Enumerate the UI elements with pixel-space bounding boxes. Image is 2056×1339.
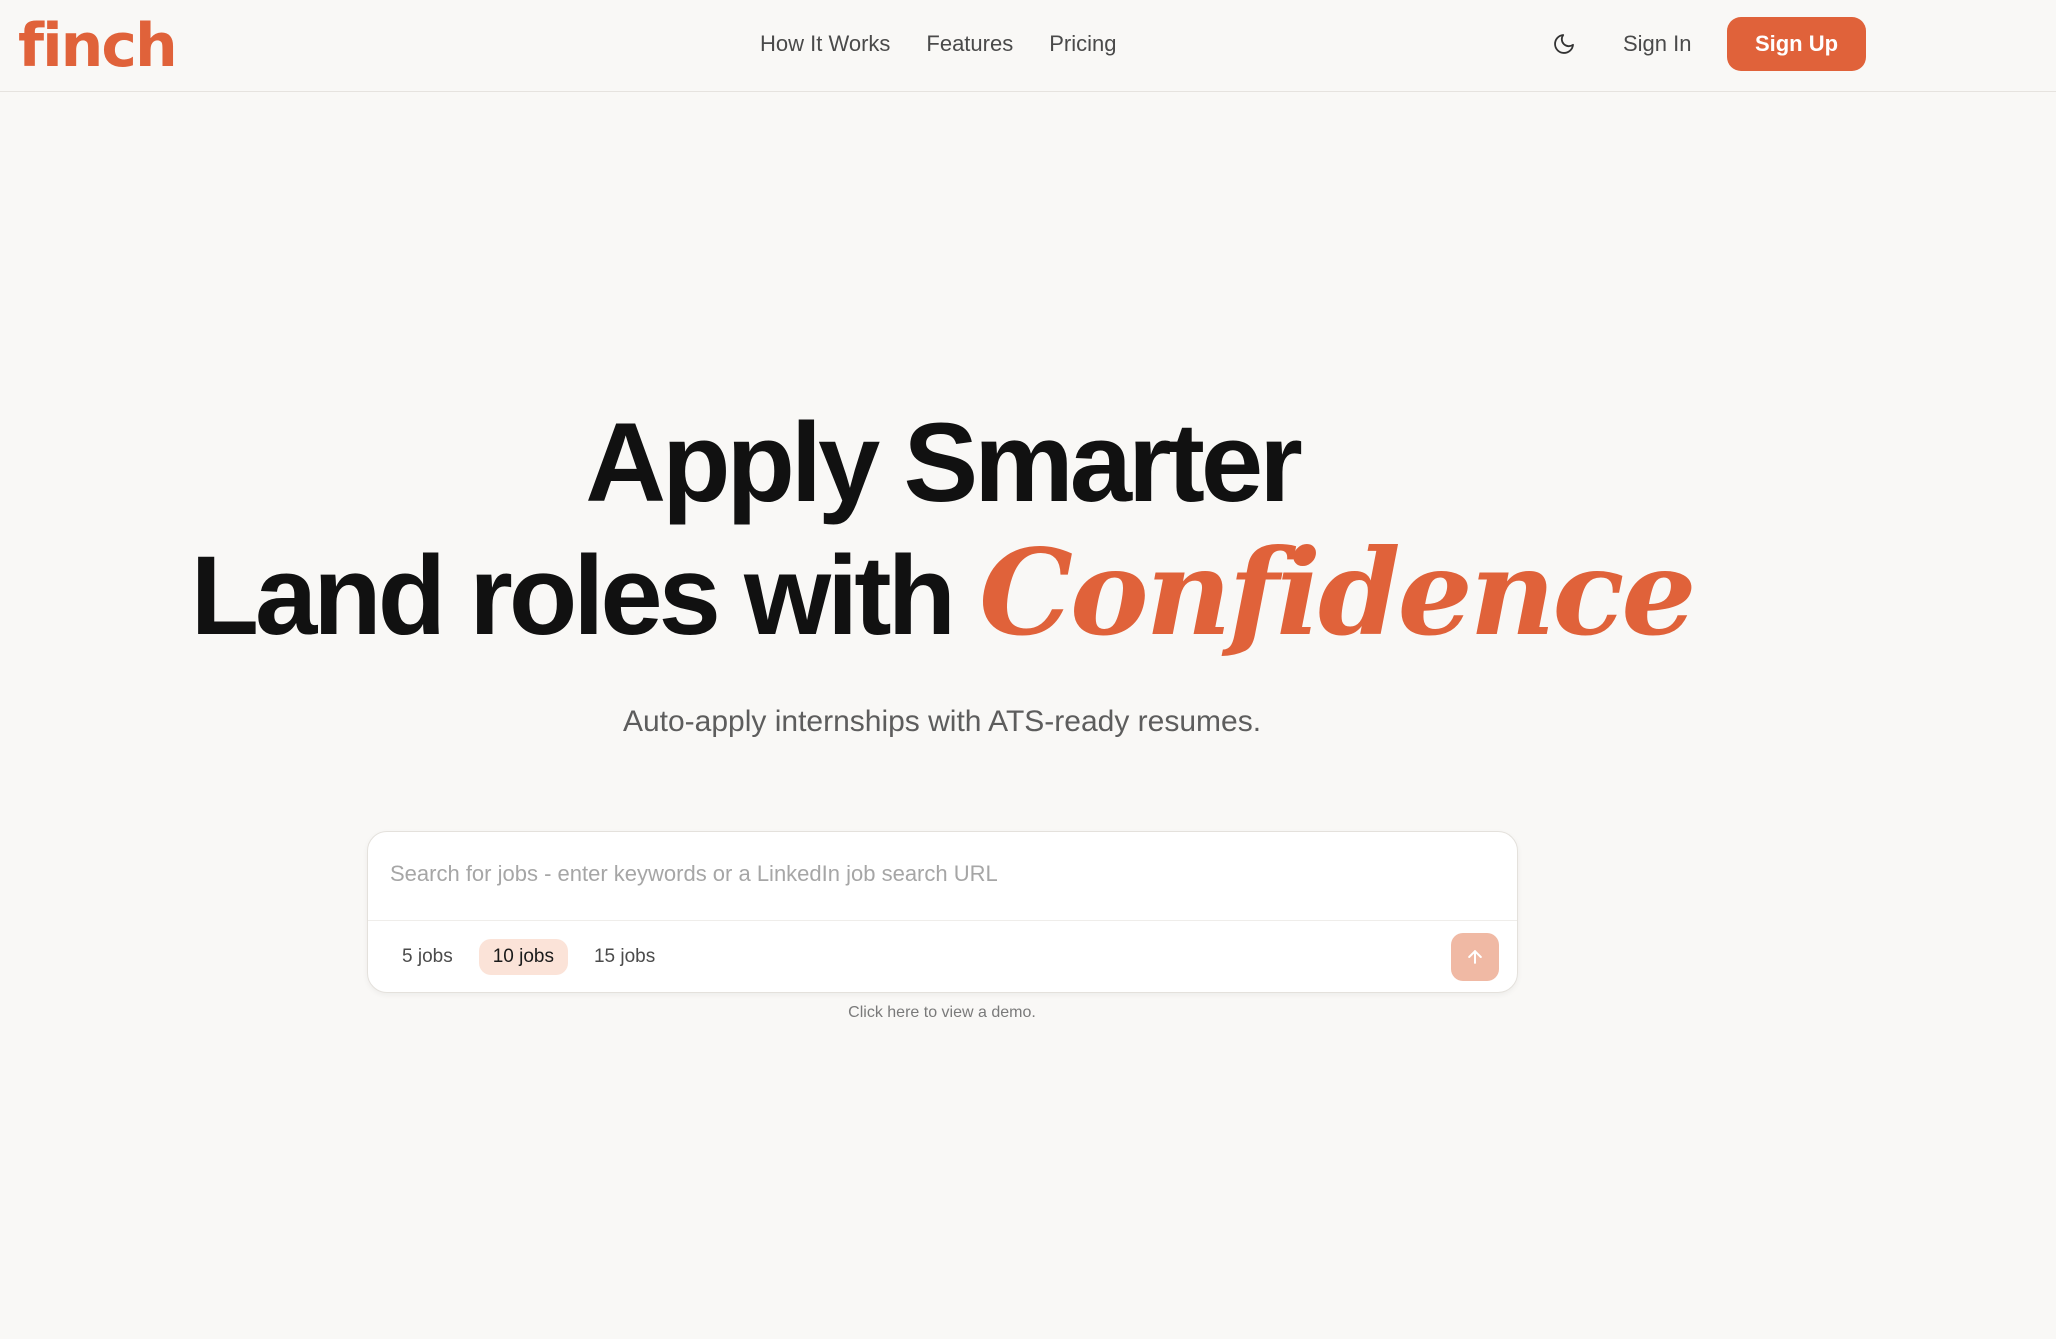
job-search-card: 5 jobs 10 jobs 15 jobs [367,831,1518,993]
sign-in-link[interactable]: Sign In [1623,28,1692,60]
hero-heading-line2: Land roles with Confidence [0,528,1884,661]
main-nav: How It Works Features Pricing [760,0,1116,88]
finch-logo[interactable]: finch [18,6,178,86]
job-count-options: 5 jobs 10 jobs 15 jobs [388,939,669,975]
hero-subtitle: Auto-apply internships with ATS-ready re… [622,705,1262,738]
nav-pricing[interactable]: Pricing [1049,31,1116,57]
hero-heading-line1: Apply Smarter [585,400,1303,525]
nav-how-it-works[interactable]: How It Works [760,31,890,57]
sign-up-button[interactable]: Sign Up [1727,17,1866,71]
theme-toggle-button[interactable] [1548,28,1580,60]
search-submit-button[interactable] [1451,933,1499,981]
hero-accent-word: Confidence [979,523,1696,662]
job-option-5[interactable]: 5 jobs [388,939,467,975]
card-divider [368,920,1517,921]
nav-features[interactable]: Features [926,31,1013,57]
job-option-10[interactable]: 10 jobs [478,939,568,975]
site-header: finch How It Works Features Pricing Sign… [0,0,2056,92]
moon-icon [1554,34,1574,54]
job-option-15[interactable]: 15 jobs [580,939,669,975]
view-demo-link[interactable]: Click here to view a demo. [0,1004,1884,1022]
arrow-up-icon [1468,950,1482,964]
job-search-input[interactable] [390,850,1490,898]
hero-heading-prefix: Land roles with [190,533,980,658]
